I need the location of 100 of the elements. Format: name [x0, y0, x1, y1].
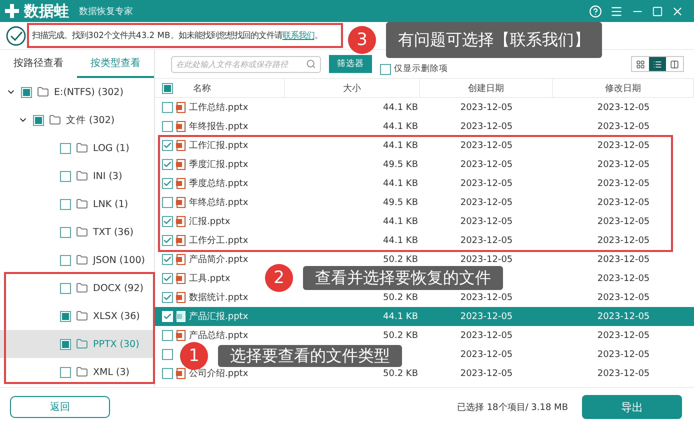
column-header[interactable]: 名称	[193, 82, 211, 94]
tree-label: LNK (1)	[93, 198, 128, 210]
tree-item[interactable]: 文件 (302)	[0, 106, 154, 134]
file-name: 工作汇报.pptx	[189, 140, 248, 152]
tree-label: XLSX (36)	[93, 310, 140, 322]
created-date: 2023-12-05	[459, 140, 514, 150]
modified-date: 2023-12-05	[596, 216, 651, 226]
tree-item[interactable]: JSON (100)	[0, 246, 154, 274]
file-size: 44.1 KB	[382, 122, 419, 132]
checkbox[interactable]	[380, 64, 391, 74]
presentation-file-icon	[176, 178, 186, 189]
filter-button[interactable]: 筛选器	[329, 55, 372, 73]
checkbox[interactable]	[33, 114, 44, 126]
tree-item[interactable]: XML (3)	[0, 358, 154, 386]
file-name: 产品汇报.pptx	[189, 310, 248, 323]
tree-label: LOG (1)	[93, 142, 130, 154]
app-logo-text: 数据蛙	[24, 2, 69, 20]
check-circle-icon	[6, 26, 26, 46]
back-button[interactable]: 返回	[10, 396, 110, 418]
folder-icon	[76, 198, 88, 210]
created-date: 2023-12-05	[459, 254, 514, 264]
modified-date: 2023-12-05	[596, 198, 651, 208]
tree-item[interactable]: XLSX (36)	[0, 302, 154, 330]
file-name: 工作总结.pptx	[189, 102, 248, 114]
checkbox[interactable]	[162, 349, 173, 360]
selection-summary: 已选择 18个项目/ 3.18 MB	[456, 402, 568, 414]
checkbox[interactable]	[60, 198, 71, 210]
checkbox[interactable]	[162, 330, 173, 341]
checkbox[interactable]	[60, 338, 71, 350]
tree-item[interactable]: INI (3)	[0, 162, 154, 190]
folder-icon	[76, 170, 88, 182]
file-name: 工作分工.pptx	[189, 234, 248, 247]
checkbox[interactable]	[162, 235, 173, 246]
checkbox[interactable]	[162, 140, 173, 151]
tree-item[interactable]: TXT (36)	[0, 218, 154, 246]
search-icon	[306, 59, 316, 69]
modified-date: 2023-12-05	[596, 368, 651, 378]
menu-icon[interactable]	[610, 4, 623, 18]
checkbox[interactable]	[60, 366, 71, 378]
modified-date: 2023-12-05	[596, 236, 651, 246]
close-icon[interactable]	[671, 4, 684, 18]
checkbox[interactable]	[162, 292, 173, 303]
presentation-file-icon	[176, 102, 186, 113]
column-header[interactable]: 大小	[285, 79, 420, 97]
file-size: 50.2 KB	[382, 368, 419, 378]
view-mode-switcher[interactable]	[631, 56, 684, 72]
modified-date: 2023-12-05	[596, 178, 651, 188]
help-icon[interactable]	[589, 4, 602, 18]
checkbox[interactable]	[60, 310, 71, 322]
checkbox[interactable]	[162, 197, 173, 208]
folder-icon	[76, 310, 88, 322]
modified-date: 2023-12-05	[596, 140, 651, 150]
checkbox[interactable]	[162, 178, 173, 189]
tree-item[interactable]: LNK (1)	[0, 190, 154, 218]
callout-tooltip: 有问题可选择【联系我们】	[386, 22, 602, 58]
logo-icon	[4, 3, 20, 19]
checkbox[interactable]	[60, 226, 71, 238]
scan-status-text: 扫描完成。找到302个文件共43.2 MB。如未能找到您想找回的文件请联系我们。	[32, 30, 322, 41]
folder-icon	[37, 86, 49, 98]
presentation-file-icon	[176, 368, 186, 379]
tree-label: JSON (100)	[93, 254, 145, 266]
file-size: 49.5 KB	[382, 160, 419, 170]
file-name: 工具.pptx	[189, 272, 230, 285]
created-date: 2023-12-05	[459, 102, 514, 112]
created-date: 2023-12-05	[459, 312, 514, 322]
tree-item[interactable]: LOG (1)	[0, 134, 154, 162]
tree-item[interactable]: DOCX (92)	[0, 274, 154, 302]
selected-file-row[interactable]: 产品汇报.pptx 44.1 KB 2023-12-05 2023-12-05	[155, 307, 694, 326]
checkbox-label: 仅显示删除项	[394, 63, 448, 75]
file-size: 44.1 KB	[382, 102, 419, 112]
folder-icon	[76, 338, 88, 350]
select-all-checkbox[interactable]	[162, 82, 173, 94]
checkbox[interactable]	[60, 142, 71, 154]
search-field[interactable]: 在此处输入文件名称或保存路径	[171, 56, 321, 72]
presentation-file-icon	[176, 292, 186, 303]
column-header[interactable]: 创建日期	[420, 79, 553, 97]
checkbox[interactable]	[162, 102, 173, 113]
file-name: 季度总结.pptx	[189, 178, 248, 190]
checkbox[interactable]	[162, 368, 173, 379]
checkbox[interactable]	[162, 216, 173, 227]
callout-tooltip: 查看并选择要恢复的文件	[303, 266, 503, 290]
checkbox[interactable]	[60, 254, 71, 266]
column-header[interactable]: 修改日期	[553, 79, 694, 97]
checkbox[interactable]	[162, 121, 173, 132]
checkbox[interactable]	[162, 159, 173, 170]
checkbox[interactable]	[60, 170, 71, 182]
modified-date: 2023-12-05	[596, 122, 651, 132]
checkbox[interactable]	[21, 86, 32, 98]
maximize-icon[interactable]	[652, 6, 663, 16]
folder-icon	[76, 282, 88, 294]
contact-link[interactable]: 联系我们	[282, 30, 314, 40]
tree-item[interactable]: E:(NTFS) (302)	[0, 78, 154, 106]
tree-label: INI (3)	[93, 170, 122, 182]
created-date: 2023-12-05	[459, 216, 514, 226]
checkbox[interactable]	[60, 282, 71, 294]
export-button[interactable]: 导出	[582, 395, 682, 419]
list-view-button[interactable]	[649, 57, 666, 71]
modified-date: 2023-12-05	[596, 274, 651, 284]
checkbox[interactable]	[162, 254, 173, 265]
checkbox[interactable]	[162, 273, 173, 284]
